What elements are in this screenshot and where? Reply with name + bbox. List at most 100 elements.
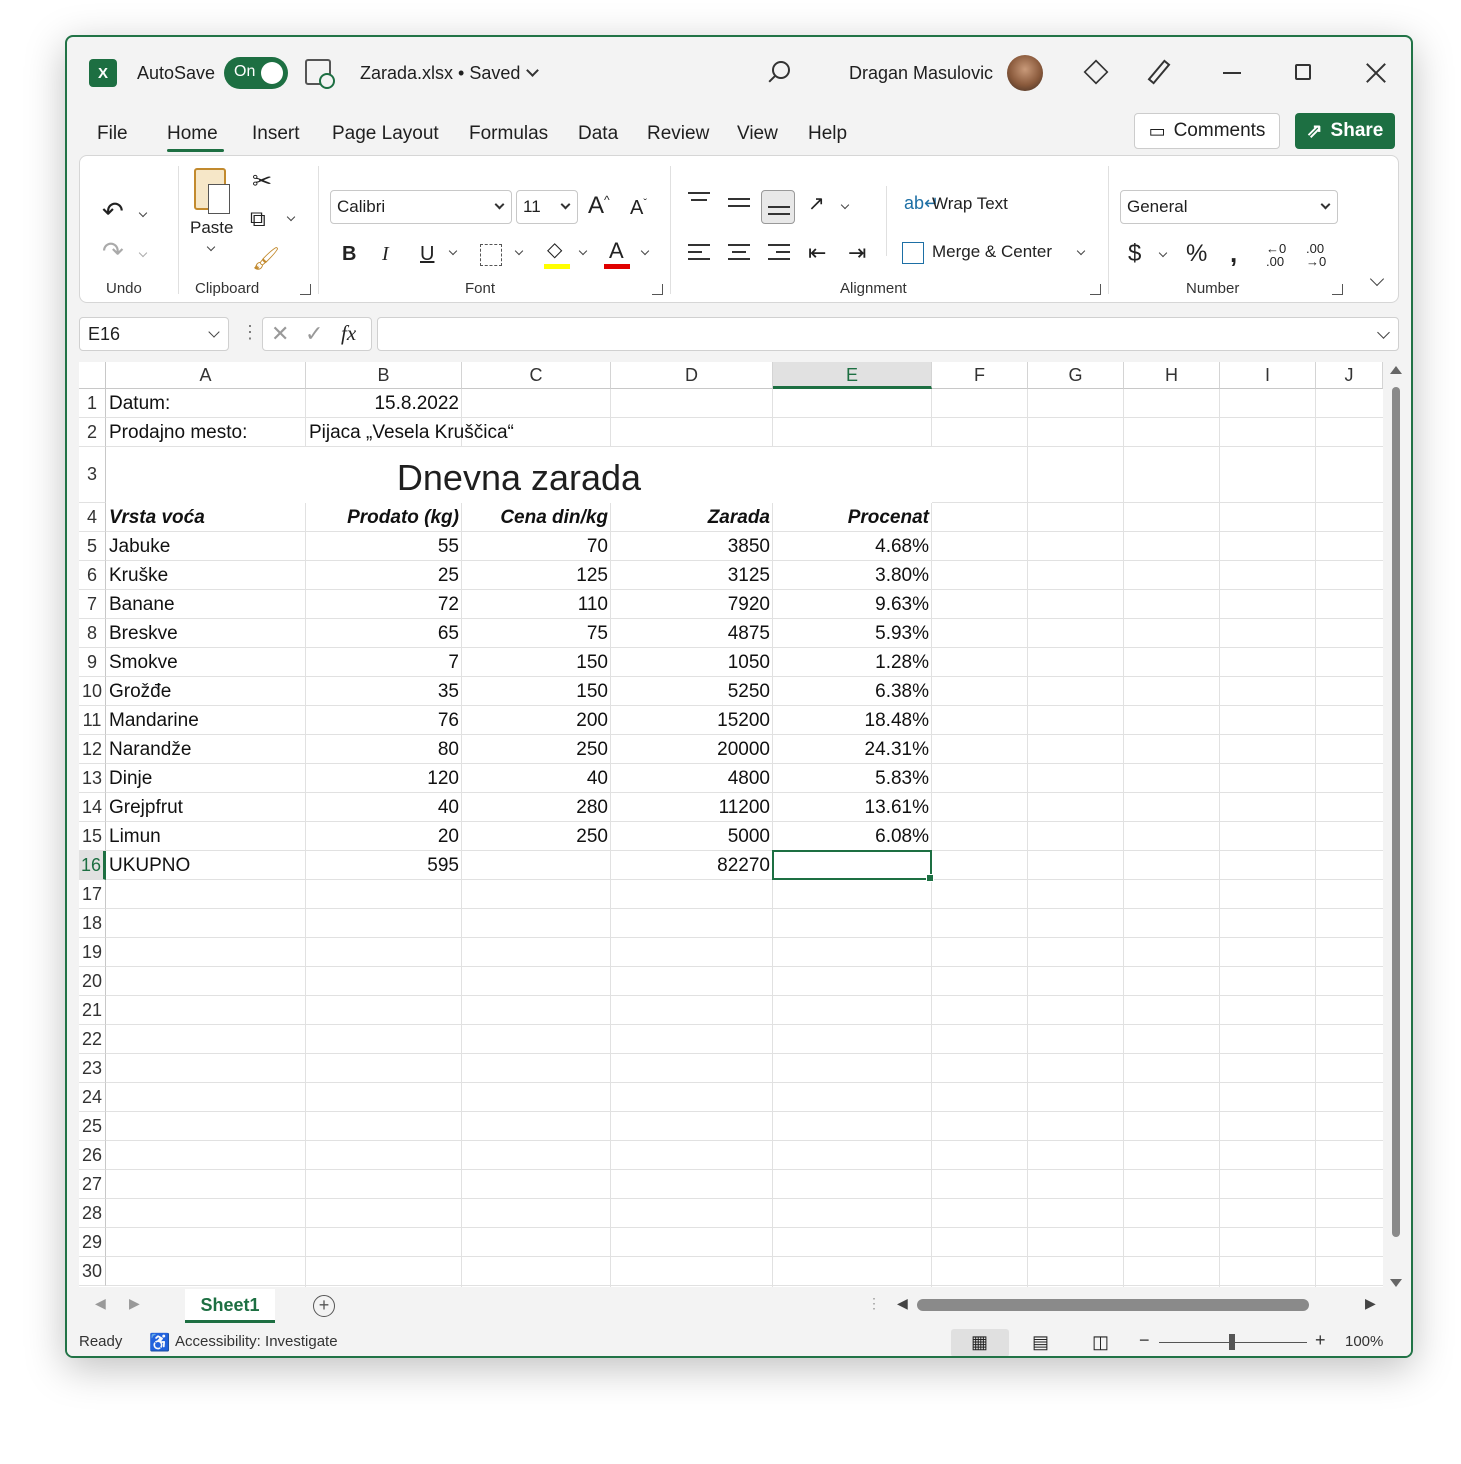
tab-data[interactable]: Data	[578, 123, 618, 145]
row-header-8[interactable]: 8	[79, 619, 106, 648]
tab-page-layout[interactable]: Page Layout	[332, 123, 439, 145]
wrap-text-button[interactable]: Wrap Text	[932, 194, 1008, 214]
cell-a8[interactable]: Breskve	[106, 619, 306, 648]
row-header-23[interactable]: 23	[79, 1054, 106, 1083]
underline-button[interactable]: U	[420, 244, 434, 264]
cell-d15[interactable]: 5000	[611, 822, 773, 851]
format-painter-icon[interactable]: 🖌	[252, 248, 280, 270]
cell-b7[interactable]: 72	[306, 590, 462, 619]
zoom-slider-handle[interactable]	[1229, 1334, 1235, 1350]
column-header-b[interactable]: B	[306, 362, 462, 389]
redo-icon[interactable]: ↷	[102, 238, 124, 264]
share-button[interactable]: ⇗ Share	[1295, 113, 1395, 149]
row-header-30[interactable]: 30	[79, 1257, 106, 1286]
cell-a9[interactable]: Smokve	[106, 648, 306, 677]
column-header-f[interactable]: F	[932, 362, 1028, 389]
cell-d5[interactable]: 3850	[611, 532, 773, 561]
decrease-decimal-icon[interactable]: .00 →0	[1306, 242, 1326, 268]
cell-a5[interactable]: Jabuke	[106, 532, 306, 561]
increase-decimal-icon[interactable]: ←0.00	[1266, 242, 1286, 268]
search-icon[interactable]	[772, 61, 790, 79]
expand-formula-icon[interactable]	[1377, 326, 1390, 339]
fill-color-dropdown-icon[interactable]	[578, 246, 588, 256]
cell-b14[interactable]: 40	[306, 793, 462, 822]
formula-input[interactable]	[377, 317, 1399, 351]
column-header-a[interactable]: A	[106, 362, 306, 389]
cancel-icon[interactable]: ✕	[271, 323, 289, 345]
minimize-button[interactable]	[1223, 72, 1241, 74]
font-color-dropdown-icon[interactable]	[640, 246, 650, 256]
clipboard-launcher-icon[interactable]	[300, 284, 311, 295]
underline-dropdown-icon[interactable]	[448, 246, 458, 256]
document-title[interactable]: Zarada.xlsx • Saved	[360, 63, 540, 84]
orientation-dropdown-icon[interactable]	[840, 200, 850, 210]
copy-dropdown-icon[interactable]	[286, 212, 296, 222]
comma-style-icon[interactable]: ,	[1230, 240, 1237, 266]
autosave-toggle[interactable]: On	[224, 57, 288, 89]
zoom-out-icon[interactable]: −	[1139, 1330, 1150, 1351]
row-header-18[interactable]: 18	[79, 909, 106, 938]
tab-insert[interactable]: Insert	[252, 123, 300, 145]
cell-e5[interactable]: 4.68%	[773, 532, 932, 561]
row-header-1[interactable]: 1	[79, 389, 106, 418]
cell-c11[interactable]: 200	[462, 706, 611, 735]
row-header-21[interactable]: 21	[79, 996, 106, 1025]
cell-d12[interactable]: 20000	[611, 735, 773, 764]
comments-button[interactable]: ▭ Comments	[1134, 113, 1280, 149]
row-header-28[interactable]: 28	[79, 1199, 106, 1228]
align-left-icon[interactable]	[688, 244, 710, 265]
borders-dropdown-icon[interactable]	[514, 246, 524, 256]
scroll-left-icon[interactable]: ◀	[897, 1295, 908, 1312]
row-header-25[interactable]: 25	[79, 1112, 106, 1141]
cell-c12[interactable]: 250	[462, 735, 611, 764]
cell-b11[interactable]: 76	[306, 706, 462, 735]
row-header-20[interactable]: 20	[79, 967, 106, 996]
cell-b16[interactable]: 595	[306, 851, 462, 880]
decrease-indent-icon[interactable]: ⇤	[808, 242, 826, 264]
cell-a13[interactable]: Dinje	[106, 764, 306, 793]
font-size-select[interactable]: 11	[516, 190, 578, 224]
cell-e8[interactable]: 5.93%	[773, 619, 932, 648]
insert-function-button[interactable]: fx	[341, 323, 356, 344]
cell-a11[interactable]: Mandarine	[106, 706, 306, 735]
cell-d9[interactable]: 1050	[611, 648, 773, 677]
increase-indent-icon[interactable]: ⇥	[848, 242, 866, 264]
font-launcher-icon[interactable]	[652, 284, 663, 295]
italic-button[interactable]: I	[382, 244, 389, 264]
enter-icon[interactable]: ✓	[305, 323, 323, 345]
cell-b2[interactable]: Pijaca „Vesela Kruščica“	[306, 418, 626, 447]
ribbon-collapse-icon[interactable]	[1369, 271, 1385, 287]
diamond-icon[interactable]	[1083, 59, 1109, 85]
cell-b4[interactable]: Prodato (kg)	[306, 503, 462, 532]
add-sheet-icon[interactable]: +	[313, 1295, 335, 1317]
horizontal-scroll-thumb[interactable]	[917, 1299, 1309, 1311]
row-header-2[interactable]: 2	[79, 418, 106, 447]
bold-button[interactable]: B	[342, 244, 356, 264]
cell-a7[interactable]: Banane	[106, 590, 306, 619]
cell-a15[interactable]: Limun	[106, 822, 306, 851]
font-name-select[interactable]: Calibri	[330, 190, 512, 224]
cell-c10[interactable]: 150	[462, 677, 611, 706]
row-header-17[interactable]: 17	[79, 880, 106, 909]
page-break-view-button[interactable]: ◫	[1072, 1329, 1130, 1356]
copy-icon[interactable]: ⧉	[250, 208, 266, 230]
cell-e6[interactable]: 3.80%	[773, 561, 932, 590]
cell-d13[interactable]: 4800	[611, 764, 773, 793]
percent-icon[interactable]: %	[1186, 242, 1207, 266]
currency-icon[interactable]: $	[1128, 242, 1141, 266]
zoom-level[interactable]: 100%	[1345, 1333, 1383, 1350]
column-header-d[interactable]: D	[611, 362, 773, 389]
cell-a1[interactable]: Datum:	[106, 389, 306, 418]
select-all-corner[interactable]	[79, 362, 106, 389]
cell-d4[interactable]: Zarada	[611, 503, 773, 532]
maximize-button[interactable]	[1295, 64, 1311, 80]
cell-d8[interactable]: 4875	[611, 619, 773, 648]
cell-e13[interactable]: 5.83%	[773, 764, 932, 793]
accessibility-icon[interactable]: ♿	[149, 1333, 170, 1353]
cell-e10[interactable]: 6.38%	[773, 677, 932, 706]
cell-b1[interactable]: 15.8.2022	[306, 389, 462, 418]
row-header-15[interactable]: 15	[79, 822, 106, 851]
cell-e11[interactable]: 18.48%	[773, 706, 932, 735]
active-cell-e16[interactable]	[772, 850, 934, 882]
row-header-29[interactable]: 29	[79, 1228, 106, 1257]
